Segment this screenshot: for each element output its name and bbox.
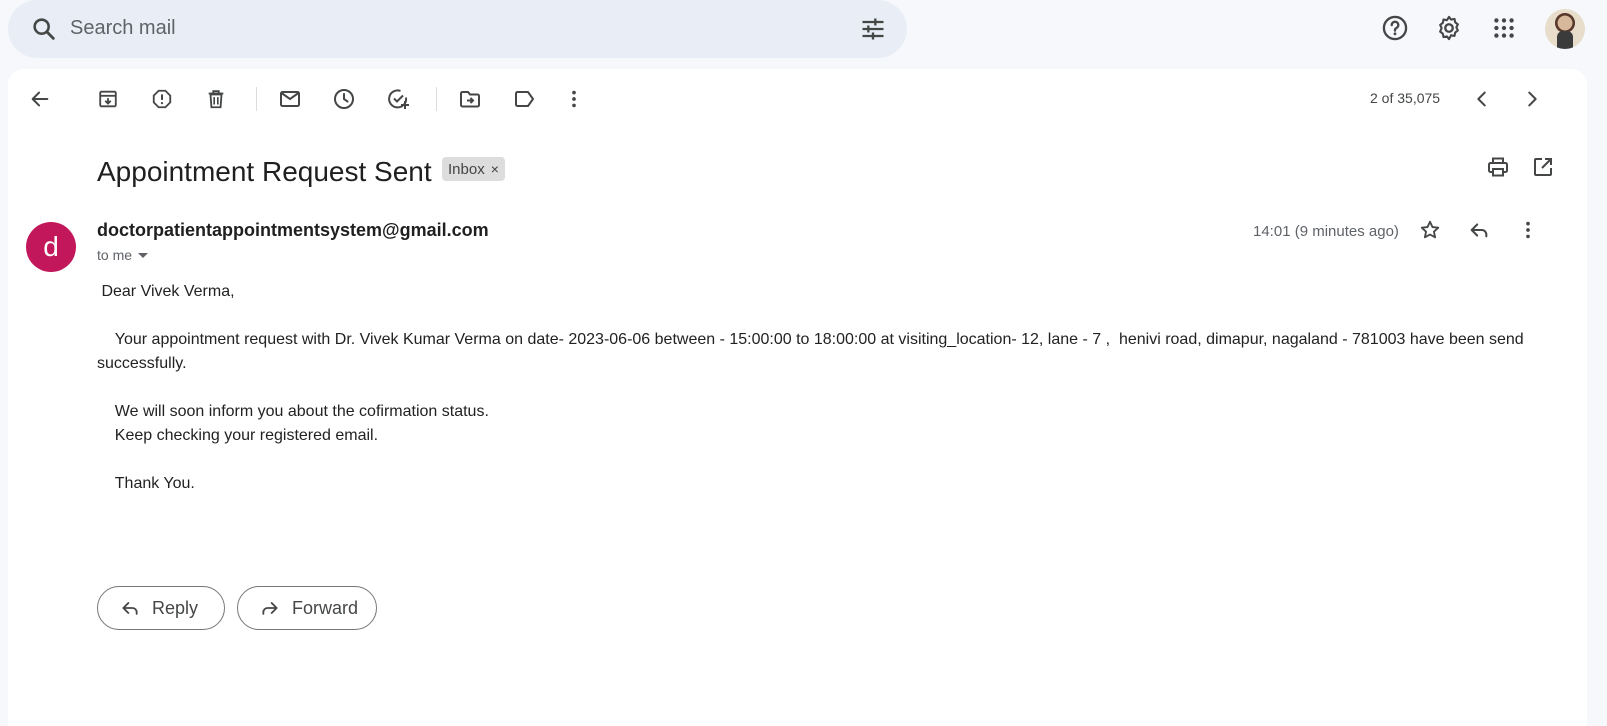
forward-button[interactable]: Forward: [237, 586, 377, 630]
mark-unread-icon[interactable]: [272, 81, 308, 117]
reply-icon[interactable]: [1461, 212, 1497, 248]
toolbar-divider: [436, 87, 437, 111]
top-bar: [0, 0, 1607, 64]
newer-chevron-icon[interactable]: [1464, 81, 1500, 117]
label-icon[interactable]: [506, 81, 542, 117]
print-icon[interactable]: [1480, 149, 1516, 185]
report-spam-icon[interactable]: [144, 81, 180, 117]
email-timestamp: 14:01 (9 minutes ago): [1253, 223, 1399, 240]
settings-icon[interactable]: [1431, 10, 1467, 46]
reply-icon: [122, 602, 138, 615]
tune-icon[interactable]: [859, 15, 887, 43]
apps-icon[interactable]: [1486, 10, 1522, 46]
open-in-new-window-icon[interactable]: [1525, 149, 1561, 185]
inbox-label-chip[interactable]: Inbox ×: [442, 157, 505, 181]
reply-button-label: Reply: [152, 597, 199, 618]
body-closing: Thank You.: [97, 475, 195, 492]
recipient-line: to me: [97, 247, 149, 263]
delete-icon[interactable]: [198, 81, 234, 117]
sender-email[interactable]: doctorpatientappointmentsystem@gmail.com: [97, 220, 489, 241]
recipient-text: to me: [97, 247, 133, 263]
remove-label-icon[interactable]: ×: [491, 161, 499, 177]
email-subject: Appointment Request Sent: [97, 156, 432, 187]
forward-button-label: Forward: [292, 597, 359, 618]
reply-button[interactable]: Reply: [97, 586, 225, 630]
help-icon[interactable]: [1377, 10, 1413, 46]
account-avatar[interactable]: [1545, 9, 1585, 49]
toolbar-divider: [256, 87, 257, 111]
sender-avatar[interactable]: d: [26, 222, 76, 272]
add-to-tasks-icon[interactable]: [380, 81, 416, 117]
back-arrow-icon[interactable]: [22, 81, 58, 117]
star-icon[interactable]: [1412, 212, 1448, 248]
body-line: We will soon inform you about the cofirm…: [97, 403, 489, 420]
message-more-vert-icon[interactable]: [1510, 212, 1546, 248]
show-details-caret-icon[interactable]: [138, 252, 149, 258]
body-greeting: Dear Vivek Verma,: [97, 283, 235, 300]
body-line: Keep checking your registered email.: [97, 427, 379, 444]
search-icon[interactable]: [30, 15, 58, 43]
email-toolbar: 2 of 35,075: [8, 69, 1587, 129]
email-body: Dear Vivek Verma, Your appointment reque…: [97, 280, 1547, 496]
forward-icon: [262, 602, 278, 615]
search-input[interactable]: [70, 12, 830, 44]
pagination-count: 2 of 35,075: [1370, 90, 1441, 106]
archive-icon[interactable]: [90, 81, 126, 117]
label-chip-text: Inbox: [448, 160, 485, 178]
more-vert-icon[interactable]: [556, 81, 592, 117]
search-bar[interactable]: [8, 0, 907, 58]
snooze-icon[interactable]: [326, 81, 362, 117]
body-paragraph: Your appointment request with Dr. Vivek …: [97, 331, 1529, 372]
move-to-icon[interactable]: [452, 81, 488, 117]
older-chevron-icon[interactable]: [1514, 81, 1550, 117]
email-panel: 2 of 35,075 Appointment Request Sent Inb…: [8, 69, 1587, 726]
